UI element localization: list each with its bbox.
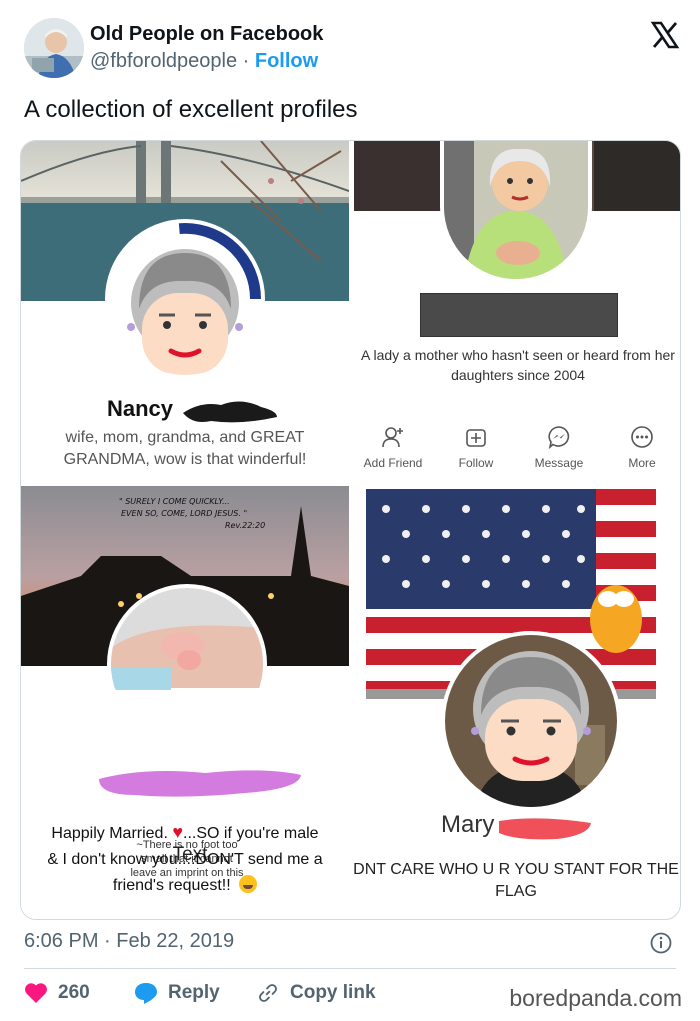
banner-quote-line-2: EVEN SO, COME, LORD JESUS. " bbox=[121, 509, 247, 518]
author-name[interactable]: Old People on Facebook bbox=[90, 23, 323, 46]
more-label: More bbox=[628, 456, 656, 470]
tweet-text: A collection of excellent profiles bbox=[24, 96, 358, 123]
baby-name-redaction bbox=[99, 770, 301, 797]
mary-first-name: Mary bbox=[441, 811, 495, 838]
copy-link-button[interactable]: Copy link bbox=[256, 982, 376, 1004]
follow-page-button[interactable]: Follow bbox=[431, 425, 521, 470]
nancy-surname-redaction bbox=[183, 401, 277, 423]
reply-label: Reply bbox=[168, 982, 220, 1003]
nancy-name: Nancy bbox=[107, 396, 173, 422]
x-logo-icon[interactable] bbox=[650, 20, 680, 50]
follow-plus-icon bbox=[466, 429, 486, 447]
nancy-first-name: Nancy bbox=[107, 396, 174, 421]
info-icon[interactable] bbox=[650, 932, 672, 954]
add-friend-icon bbox=[382, 427, 403, 448]
lady-name-redaction bbox=[420, 293, 618, 337]
messenger-icon bbox=[548, 426, 570, 450]
red-heart-icon: ♥ bbox=[172, 822, 184, 842]
like-button[interactable]: 260 bbox=[24, 982, 90, 1004]
mary-name: Mary bbox=[441, 811, 494, 839]
profile-panel-nancy: PRAY 4th of JULY Nancy wife, mom, grandm… bbox=[21, 141, 349, 481]
follow-button[interactable]: Follow bbox=[255, 50, 318, 72]
profile-panel-lady: A lady a mother who hasn't seen or heard… bbox=[354, 141, 680, 481]
boredpanda-watermark: boredpanda.com bbox=[509, 985, 682, 1011]
tweet-media[interactable]: PRAY 4th of JULY Nancy wife, mom, grandm… bbox=[20, 140, 681, 920]
tweet-header: Old People on Facebook @fbforoldpeople ·… bbox=[24, 18, 684, 78]
add-friend-label: Add Friend bbox=[363, 456, 423, 470]
copy-link-label: Copy link bbox=[290, 982, 376, 1003]
baby-feet-profile-photo[interactable] bbox=[107, 584, 267, 744]
more-dots-icon bbox=[631, 426, 653, 448]
mary-surname-redaction bbox=[499, 818, 591, 840]
mary-profile-photo[interactable] bbox=[441, 631, 621, 811]
baby-bio-line-1-end: ...SO if you're male bbox=[183, 825, 319, 842]
baby-bio-line-2: & I don't know you....DON'T send me a bbox=[47, 851, 323, 868]
baby-bio-line-3-row: friend's request!! bbox=[21, 873, 349, 899]
author-handle[interactable]: @fbforoldpeople bbox=[90, 50, 237, 72]
nancy-bio: wife, mom, grandma, and GREAT GRANDMA, w… bbox=[63, 429, 307, 468]
baby-bio: Happily Married. ♥...SO if you're male &… bbox=[21, 819, 349, 899]
author-handle-row: @fbforoldpeople · Follow bbox=[90, 50, 318, 73]
lady-profile-photo[interactable] bbox=[440, 141, 592, 283]
follow-page-label: Follow bbox=[458, 456, 494, 470]
reply-button[interactable]: Reply bbox=[134, 982, 220, 1004]
nancy-profile-photo[interactable]: PRAY 4th of JULY bbox=[105, 219, 265, 379]
lady-bio: A lady a mother who hasn't seen or heard… bbox=[361, 347, 675, 383]
message-button[interactable]: Message bbox=[514, 425, 604, 470]
banner-quote-ref: Rev.22:20 bbox=[225, 521, 265, 530]
baby-bio-line-3: friend's request!! bbox=[112, 877, 231, 894]
footer-divider bbox=[24, 968, 676, 969]
message-label: Message bbox=[534, 456, 584, 470]
handle-separator: · bbox=[242, 50, 250, 72]
like-count: 260 bbox=[58, 982, 90, 1003]
profile-panel-mary bbox=[366, 489, 656, 919]
baby-bio-line-1: Happily Married. ♥...SO if you're male bbox=[21, 819, 349, 847]
author-avatar[interactable] bbox=[24, 18, 84, 78]
tweet-date: Feb 22, 2019 bbox=[116, 930, 235, 952]
more-button[interactable]: More bbox=[597, 425, 680, 470]
reply-bubble-icon bbox=[135, 983, 157, 1004]
add-friend-button[interactable]: Add Friend bbox=[354, 425, 438, 470]
link-icon bbox=[259, 984, 277, 1002]
tweet-timestamp[interactable]: 6:06 PM · Feb 22, 2019 bbox=[24, 930, 234, 953]
grinning-emoji-icon bbox=[239, 875, 258, 893]
baby-bio-line-1-start: Happily Married. bbox=[51, 825, 168, 842]
tweet-time: 6:06 PM bbox=[24, 930, 99, 952]
mary-bio: DNT CARE WHO U R YOU STANT FOR THE FLAG bbox=[353, 861, 679, 900]
heart-icon bbox=[25, 983, 47, 1003]
time-separator: · bbox=[104, 930, 111, 952]
banner-quote-line-1: " SURELY I COME QUICKLY... bbox=[119, 497, 230, 506]
